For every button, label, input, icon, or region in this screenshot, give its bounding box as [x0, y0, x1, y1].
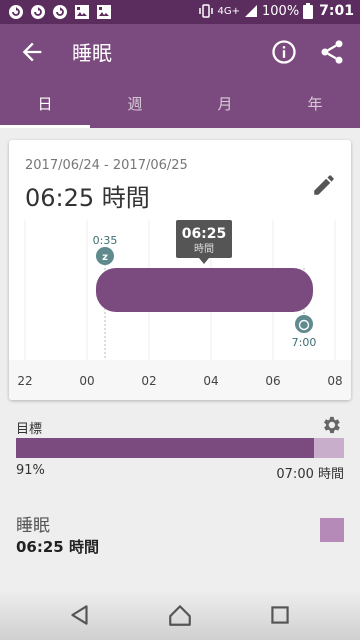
sleep-start-icon: z	[102, 252, 108, 263]
x-tick-label: 04	[203, 374, 218, 388]
sleep-chart-card: 22 00 02 04 06 08 z 0:35 7:00 06:25 時間 2017/06/24 …	[9, 140, 351, 400]
sleep-legend-title: 睡眠	[16, 516, 50, 536]
vibrate-icon	[198, 4, 213, 18]
system-status: 4G+ 100% 7:01	[198, 3, 354, 19]
goal-percent: 91%	[16, 463, 45, 478]
gallery-notification-icon	[75, 5, 89, 19]
x-axis-band	[9, 360, 351, 400]
gear-icon[interactable]	[320, 414, 342, 436]
clock: 7:01	[319, 3, 354, 19]
tab-day[interactable]: 日	[0, 80, 90, 128]
sync-notification-icon	[53, 5, 67, 19]
battery-percent: 100%	[262, 3, 300, 19]
gallery-notification-icon	[97, 5, 111, 19]
x-tick-label: 22	[17, 374, 32, 388]
tooltip-value: 06:25	[182, 226, 227, 242]
page-title: 睡眠	[72, 41, 112, 65]
sleep-start-label: 0:35	[93, 234, 118, 247]
nav-home-icon[interactable]	[167, 602, 193, 628]
edit-icon[interactable]	[311, 172, 337, 198]
network-type: 4G+	[217, 5, 241, 17]
tooltip-unit: 時間	[194, 243, 214, 255]
navigation-bar	[0, 590, 360, 640]
goal-progress-bar	[16, 438, 344, 458]
nav-recents-icon[interactable]	[267, 602, 293, 628]
sleep-color-swatch	[320, 518, 344, 542]
x-tick-label: 06	[265, 374, 280, 388]
notification-icons	[8, 4, 112, 20]
info-icon[interactable]	[270, 38, 298, 66]
back-arrow-icon[interactable]	[18, 38, 46, 66]
date-range: 2017/06/24 - 2017/06/25	[25, 158, 188, 173]
app-bar: 睡眠	[0, 24, 360, 80]
battery-icon	[303, 3, 314, 19]
nav-back-icon[interactable]	[67, 602, 93, 628]
x-tick-label: 02	[141, 374, 156, 388]
goal-progress-fill	[16, 438, 315, 458]
tab-year[interactable]: 年	[270, 80, 360, 128]
tab-month[interactable]: 月	[180, 80, 270, 128]
sleep-end-label: 7:00	[292, 336, 317, 349]
sync-notification-icon	[31, 5, 45, 19]
sleep-end-marker	[295, 315, 313, 333]
goal-target: 07:00 時間	[276, 467, 344, 482]
share-icon[interactable]	[318, 38, 346, 66]
tooltip-pointer	[199, 258, 209, 264]
sleep-legend-value: 06:25 時間	[16, 538, 99, 556]
tab-week[interactable]: 週	[90, 80, 180, 128]
signal-icon	[245, 5, 257, 17]
period-tabs: 日 週 月 年	[0, 80, 360, 128]
sleep-duration: 06:25 時間	[25, 184, 150, 212]
x-tick-label: 08	[327, 374, 342, 388]
sync-notification-icon	[9, 5, 23, 19]
x-tick-label: 00	[79, 374, 94, 388]
status-bar: 4G+ 100% 7:01	[0, 0, 360, 24]
goal-label: 目標	[16, 422, 43, 437]
sleep-bar	[95, 268, 313, 312]
